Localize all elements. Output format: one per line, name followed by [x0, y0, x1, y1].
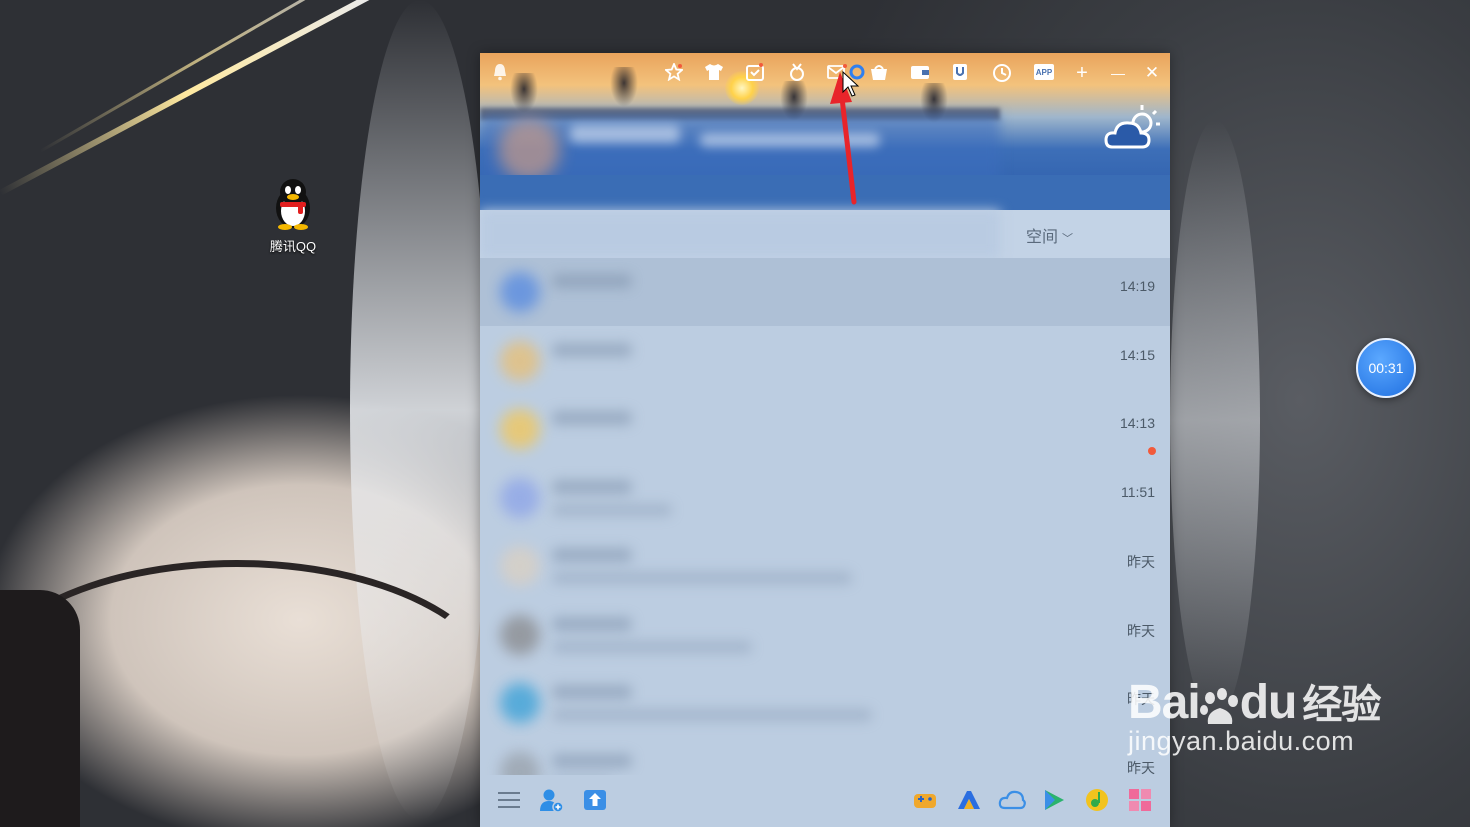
game-center-icon[interactable]	[955, 787, 981, 813]
conversation-avatar	[500, 477, 540, 518]
app-icon[interactable]: APP	[1032, 63, 1056, 83]
conversation-time: 14:19	[1119, 278, 1155, 294]
qq-main-window: APP + — ✕ 空间 ﹀ 14:19 14:15 14:13 11:51 昨天 昨天 昨天…	[480, 53, 1170, 827]
watermark-brand-cn: 经验	[1302, 683, 1381, 727]
tab-space[interactable]: 空间 ﹀	[1026, 223, 1073, 247]
bell-icon[interactable]	[490, 63, 510, 83]
star-icon[interactable]	[663, 61, 685, 83]
conversation-name-blurred	[552, 616, 632, 631]
menu-icon[interactable]	[496, 787, 522, 813]
conversation-preview-blurred	[552, 503, 672, 516]
conversation-row[interactable]: 昨天	[480, 532, 1170, 600]
close-button[interactable]: ✕	[1141, 63, 1163, 85]
conversation-avatar	[500, 409, 540, 449]
conversation-row[interactable]: 14:13	[480, 395, 1170, 463]
desktop-icon-label: 腾讯QQ	[269, 239, 317, 254]
conversation-time: 11:51	[1121, 483, 1155, 500]
conversation-preview-blurred	[552, 640, 752, 653]
header-tree	[610, 67, 638, 107]
light-streak-thin	[39, 0, 353, 153]
watermark-brand: Bai du 经验	[1128, 672, 1381, 730]
add-window-button[interactable]: +	[1071, 63, 1093, 85]
user-avatar[interactable]	[498, 119, 560, 181]
conversation-row[interactable]: 昨天	[480, 601, 1170, 669]
nickname-blurred	[570, 125, 680, 143]
store-icon[interactable]	[869, 63, 889, 83]
chevron-down-icon: ﹀	[1062, 233, 1074, 245]
shirt-icon[interactable]	[704, 63, 724, 83]
main-tab-bar	[480, 175, 1170, 210]
watermark-brand-latin2: du	[1239, 676, 1298, 729]
file-transfer-icon[interactable]	[582, 787, 608, 813]
conversation-name-blurred	[552, 411, 632, 425]
conversation-time: 昨天	[1127, 622, 1155, 639]
conversation-row[interactable]: 14:19	[480, 258, 1170, 326]
conversation-preview-blurred	[552, 709, 872, 721]
conversation-time: 14:15	[1119, 346, 1155, 363]
desktop-icon-qq[interactable]: 腾讯QQ	[258, 178, 328, 255]
clock-icon[interactable]	[992, 63, 1012, 83]
bottom-toolbar	[480, 775, 1170, 827]
conversation-avatar	[500, 272, 540, 312]
conversation-avatar	[500, 683, 540, 723]
conversation-name-blurred	[552, 274, 632, 288]
conversation-avatar	[500, 546, 540, 586]
minimize-button[interactable]: —	[1107, 63, 1129, 85]
medal-icon[interactable]	[787, 63, 807, 83]
sub-tabs-blurred	[480, 210, 1000, 258]
calendar-icon[interactable]	[745, 63, 765, 83]
conversation-row[interactable]: 14:15	[480, 327, 1170, 395]
qq-penguin-icon	[270, 178, 316, 230]
watermark-brand-latin: Bai	[1128, 676, 1201, 729]
baidu-paw-icon	[1199, 685, 1240, 725]
baidu-watermark: Bai du 经验 jingyan.baidu.com	[1128, 672, 1381, 757]
header-tree	[510, 73, 538, 113]
video-icon[interactable]	[1041, 787, 1067, 813]
conversation-name-blurred	[552, 685, 632, 699]
hair-shape-right	[1170, 120, 1260, 720]
signature-blurred	[700, 133, 880, 147]
cloud-sun-icon[interactable]	[1104, 103, 1162, 153]
app-icon-label: APP	[1035, 68, 1053, 77]
watermark-url: jingyan.baidu.com	[1128, 726, 1355, 756]
conversation-row[interactable]: 昨天	[480, 669, 1170, 737]
conversation-time: 14:13	[1119, 415, 1155, 431]
add-friend-icon[interactable]	[538, 787, 564, 813]
unread-dot	[1148, 447, 1156, 455]
tab-space-label: 空间	[1026, 229, 1059, 246]
conversation-avatar	[500, 340, 540, 381]
conversation-preview-blurred	[552, 572, 852, 584]
conversation-name-blurred	[552, 479, 632, 494]
wallpaper-dark-garment	[0, 590, 80, 827]
game-icon[interactable]	[912, 787, 938, 813]
more-apps-icon[interactable]	[1127, 787, 1153, 813]
conversation-list: 14:19 14:15 14:13 11:51 昨天 昨天 昨天 昨天	[480, 258, 1170, 792]
wallet-icon[interactable]	[910, 63, 930, 83]
recording-timer[interactable]: 00:31	[1356, 338, 1416, 398]
loading-ring-icon	[847, 63, 867, 83]
music-icon[interactable]	[1084, 787, 1110, 813]
light-streak	[0, 0, 373, 196]
conversation-time: 昨天	[1127, 554, 1155, 570]
u-icon[interactable]	[950, 63, 970, 83]
conversation-row[interactable]: 11:51	[480, 464, 1170, 532]
conversation-name-blurred	[552, 548, 632, 562]
conversation-name-blurred	[552, 753, 632, 768]
conversation-name-blurred	[552, 342, 632, 357]
cloud-icon[interactable]	[998, 787, 1026, 813]
conversation-avatar	[500, 614, 540, 655]
mail-icon[interactable]	[827, 63, 847, 83]
